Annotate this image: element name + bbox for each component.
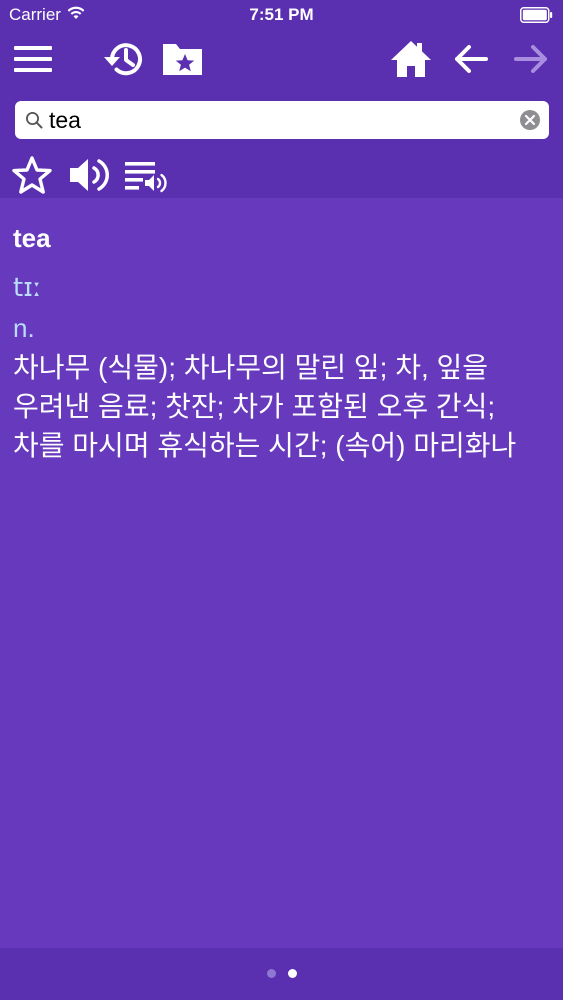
bottom-bar: [0, 948, 563, 1000]
favorite-button[interactable]: [10, 154, 54, 196]
star-icon: [12, 156, 52, 194]
search-icon: [26, 112, 43, 129]
clear-search-icon[interactable]: [519, 109, 541, 131]
entry-content: tea tɪː n. 차나무 (식물); 차나무의 말린 잎; 차, 잎을 우려…: [13, 218, 553, 465]
forward-arrow-icon: [514, 45, 547, 73]
bookmark-folder-icon: [163, 44, 202, 75]
part-of-speech: n.: [13, 313, 35, 343]
forward-button[interactable]: [512, 40, 550, 78]
search-input[interactable]: [49, 105, 499, 135]
menu-button[interactable]: [12, 40, 54, 78]
back-button[interactable]: [452, 40, 490, 78]
menu-icon: [14, 46, 52, 72]
status-bar: Carrier 7:51 PM: [0, 0, 563, 30]
search-bar: [15, 101, 549, 139]
speaker-icon: [70, 159, 109, 191]
page-dot-2-active[interactable]: [288, 969, 297, 978]
speak-list-icon: [125, 162, 167, 193]
pronunciation: tɪː: [13, 273, 42, 303]
speak-button[interactable]: [66, 154, 112, 196]
home-button[interactable]: [388, 38, 434, 80]
battery-icon: [520, 7, 553, 23]
history-icon: [104, 43, 142, 76]
entry-headword: tea: [13, 223, 51, 253]
home-icon: [391, 41, 431, 77]
status-time: 7:51 PM: [249, 5, 314, 24]
speak-list-button[interactable]: [122, 156, 172, 196]
history-button[interactable]: [98, 36, 148, 82]
back-arrow-icon: [455, 45, 488, 73]
page-dot-1[interactable]: [267, 969, 276, 978]
definition-text: 차나무 (식물); 차나무의 말린 잎; 차, 잎을 우려낸 음료; 찻잔; 차…: [13, 352, 517, 461]
bookmarks-folder-button[interactable]: [160, 38, 206, 80]
